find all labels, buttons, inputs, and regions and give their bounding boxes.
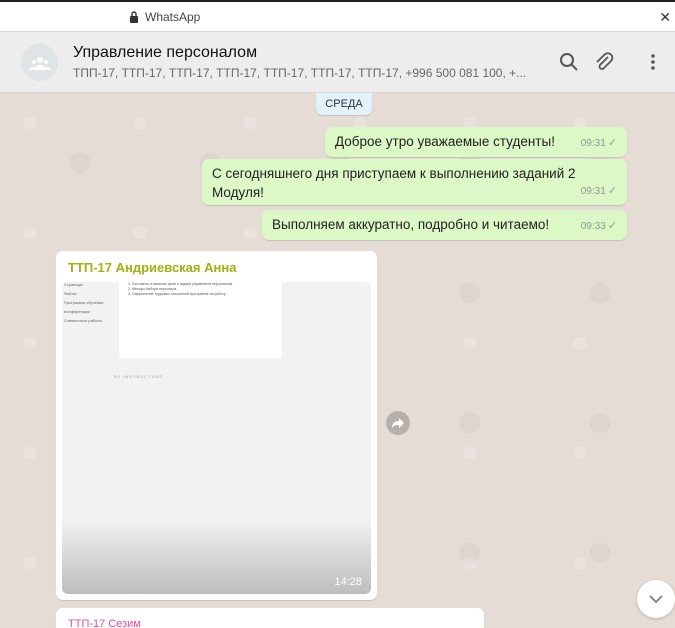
- lock-icon: [130, 11, 138, 23]
- image-fade: [62, 519, 371, 594]
- group-icon: [28, 56, 51, 70]
- message-text: Выполняем аккуратно, подробно и читаемо!: [272, 217, 550, 232]
- chat-area[interactable]: СРЕДА Доброе утро уважаемые студенты! 09…: [0, 93, 675, 628]
- paperclip-icon[interactable]: [593, 51, 615, 73]
- message-time: 09:31 ✓: [580, 185, 617, 197]
- image-message[interactable]: ТТП-17 Андриевская Анна Страницы Файлы П…: [56, 251, 377, 600]
- message-time: 09:33 ✓: [580, 220, 617, 232]
- preview-line: 3. Оформление трудовых отношений при при…: [128, 292, 226, 296]
- message-time: 09:31 ✓: [580, 137, 617, 149]
- chat-name[interactable]: Управление персоналом: [73, 44, 257, 62]
- chat-header[interactable]: Управление персоналом ТПП-17, ТТП-17, ТТ…: [0, 32, 675, 93]
- forward-button[interactable]: [386, 411, 410, 435]
- message-text: Доброе утро уважаемые студенты!: [335, 134, 555, 149]
- check-icon: ✓: [607, 185, 617, 197]
- preview-sidebar-item: Совместные работы: [64, 318, 103, 323]
- message-sender[interactable]: ТТП-17 Андриевская Анна: [68, 260, 236, 275]
- preview-footer: BY INSTRUCTURE: [114, 374, 164, 379]
- outgoing-message[interactable]: Доброе утро уважаемые студенты! 09:31 ✓: [325, 127, 627, 157]
- preview-sidebar: Страницы Файлы Программа обучения Конфер…: [62, 282, 119, 382]
- group-avatar[interactable]: [21, 44, 58, 81]
- image-attachment[interactable]: Страницы Файлы Программа обучения Конфер…: [62, 282, 371, 594]
- message-sender[interactable]: ТТП-17 Сезим: [68, 618, 141, 628]
- outgoing-message[interactable]: С сегодняшнего дня приступаем к выполнен…: [202, 159, 627, 205]
- preview-sidebar-item: Конференции: [64, 309, 90, 314]
- image-time: 14:28: [334, 576, 362, 588]
- window-title: WhatsApp: [145, 10, 201, 24]
- check-icon: ✓: [607, 137, 617, 149]
- preview-sidebar-item: Файлы: [64, 291, 77, 296]
- window-titlebar: WhatsApp ✕: [0, 0, 675, 32]
- pin-icon[interactable]: ✕: [659, 9, 671, 26]
- incoming-message[interactable]: ТТП-17 Сезим: [56, 608, 484, 628]
- preview-panel: 1. Составить и записать цели и задачи уп…: [119, 282, 282, 358]
- scroll-down-button[interactable]: [637, 580, 675, 618]
- preview-sidebar-item: Страницы: [64, 282, 83, 287]
- message-text: С сегодняшнего дня приступаем к выполнен…: [212, 166, 576, 200]
- chevron-down-icon: [649, 594, 663, 603]
- outgoing-message[interactable]: Выполняем аккуратно, подробно и читаемо!…: [262, 210, 627, 240]
- menu-icon[interactable]: [642, 51, 664, 73]
- chat-members[interactable]: ТПП-17, ТТП-17, ТТП-17, ТТП-17, ТТП-17, …: [73, 66, 526, 80]
- day-separator: СРЕДА: [316, 93, 372, 115]
- forward-icon: [392, 418, 404, 428]
- check-icon: ✓: [607, 220, 617, 232]
- titlebar-top-border: [0, 0, 675, 2]
- preview-sidebar-item: Программа обучения: [64, 300, 104, 305]
- search-icon[interactable]: [558, 51, 580, 73]
